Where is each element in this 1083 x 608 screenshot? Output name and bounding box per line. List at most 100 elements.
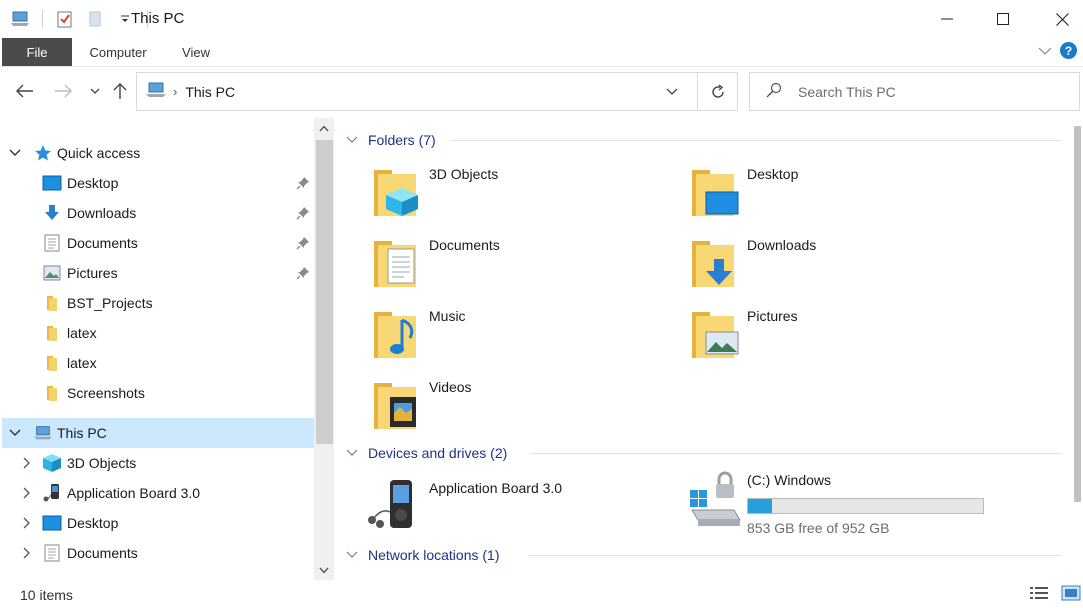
folder-tile-documents[interactable]: Documents [372,235,672,299]
media-player-icon [42,483,62,503]
folder-pictures-icon [690,306,746,362]
nav-item-desktop[interactable]: Desktop [2,168,314,198]
refresh-button[interactable] [697,73,737,110]
nav-item-3d-objects[interactable]: 3D Objects [2,448,314,478]
window-title: This PC [131,10,185,27]
nav-item-label: 3D Objects [67,455,137,471]
scrollbar-thumb[interactable] [316,140,333,444]
folder-tile-music[interactable]: Music [372,306,672,370]
folder-documents-icon [372,235,428,291]
chevron-down-icon [90,88,100,94]
navigation-pane: Quick access Desktop Downloads Documents… [0,118,314,580]
ribbon: File Computer View ? [0,38,1083,67]
nav-item-desktop[interactable]: Desktop [2,508,314,538]
collapsed-chevron-icon[interactable] [20,516,34,530]
nav-item-pictures[interactable]: Pictures [2,258,314,288]
group-header-folders[interactable]: Folders (7) [346,129,1062,151]
expanded-chevron-icon[interactable] [8,146,22,160]
nav-item-label: BST_Projects [67,295,153,311]
nav-item-downloads[interactable]: Downloads [2,198,314,228]
windows-drive-icon [690,470,746,526]
up-button[interactable] [109,80,131,102]
folder-tile-downloads[interactable]: Downloads [690,235,990,299]
drive-tile-c-windows[interactable]: (C:) Windows 853 GB free of 952 GB [690,470,1000,542]
pin-icon [296,206,310,223]
breadcrumb-this-pc[interactable]: This PC [185,84,235,100]
folder-videos-icon [372,377,428,433]
navigation-scrollbar[interactable] [314,118,334,580]
pin-icon [296,236,310,253]
address-bar[interactable]: › This PC [136,72,738,111]
search-box[interactable] [749,72,1080,111]
desktop-icon [42,513,62,533]
folder-tile-3d-objects[interactable]: 3D Objects [372,164,672,228]
nav-item-this-pc[interactable]: This PC [2,418,314,448]
nav-item-latex[interactable]: latex [2,318,314,348]
content-pane: Folders (7) 3D Objects Desktop Documents… [336,118,1072,580]
folder-label: Videos [429,379,472,395]
nav-item-bst-projects[interactable]: BST_Projects [2,288,314,318]
nav-item-quick-access[interactable]: Quick access [2,138,314,168]
properties-icon[interactable] [55,9,75,29]
maximize-icon [997,13,1009,25]
up-arrow-icon [113,83,127,99]
pc-icon[interactable] [10,9,30,29]
collapse-group-icon [346,551,360,559]
tab-view[interactable]: View [170,38,222,66]
new-folder-icon[interactable] [85,9,105,29]
nav-item-documents[interactable]: Documents [2,228,314,258]
scroll-down-button[interactable] [314,560,334,580]
nav-item-label: Documents [67,235,138,251]
collapsed-chevron-icon[interactable] [20,456,34,470]
nav-item-application-board[interactable]: Application Board 3.0 [2,478,314,508]
folder-icon [42,323,62,343]
scroll-up-button[interactable] [314,118,334,138]
nav-item-screenshots[interactable]: Screenshots [2,378,314,408]
folder-icon [42,353,62,373]
star-icon [33,143,53,163]
folder-tile-videos[interactable]: Videos [372,377,672,441]
folder-tile-pictures[interactable]: Pictures [690,306,990,370]
nav-item-latex[interactable]: latex [2,348,314,378]
content-scrollbar[interactable] [1072,118,1083,580]
drive-usage-bar [747,498,984,514]
expand-ribbon-icon[interactable] [1038,46,1052,56]
toolbar-separator [42,10,43,28]
device-label: Application Board 3.0 [429,480,563,496]
address-row: › This PC [0,68,1083,116]
chevron-up-icon [319,124,329,131]
maximize-button[interactable] [974,0,1032,38]
nav-item-label: latex [67,325,97,341]
tab-file[interactable]: File [2,38,72,66]
breadcrumb-separator-icon[interactable]: › [173,84,177,99]
group-header-network-locations[interactable]: Network locations (1) [346,544,1062,566]
nav-item-label: Desktop [67,175,119,191]
group-divider [530,453,1062,454]
nav-item-documents[interactable]: Documents [2,538,314,568]
minimize-icon [941,18,953,20]
scrollbar-thumb[interactable] [1074,126,1081,502]
large-icons-view-icon[interactable] [1061,585,1081,601]
help-icon[interactable]: ? [1060,42,1077,59]
folder-tile-desktop[interactable]: Desktop [690,164,990,228]
tab-computer[interactable]: Computer [80,38,156,66]
collapsed-chevron-icon[interactable] [20,546,34,560]
expanded-chevron-icon[interactable] [8,426,22,440]
nav-item-label: Downloads [67,205,137,221]
back-button[interactable] [14,80,36,102]
forward-button[interactable] [52,80,74,102]
device-tile-application-board[interactable]: Application Board 3.0 [364,478,664,542]
search-input[interactable] [798,83,1048,100]
picture-icon [42,263,62,283]
details-view-icon[interactable] [1029,585,1049,601]
group-header-devices-and-drives[interactable]: Devices and drives (2) [346,442,1062,464]
pin-icon [296,176,310,193]
address-history-button[interactable] [657,73,687,110]
collapsed-chevron-icon[interactable] [20,486,34,500]
view-switcher [1029,585,1081,601]
recent-locations-button[interactable] [84,80,106,102]
close-button[interactable] [1033,0,1083,38]
nav-item-label: Documents [67,545,138,561]
folder-desktop-icon [690,164,746,220]
minimize-button[interactable] [918,0,976,38]
